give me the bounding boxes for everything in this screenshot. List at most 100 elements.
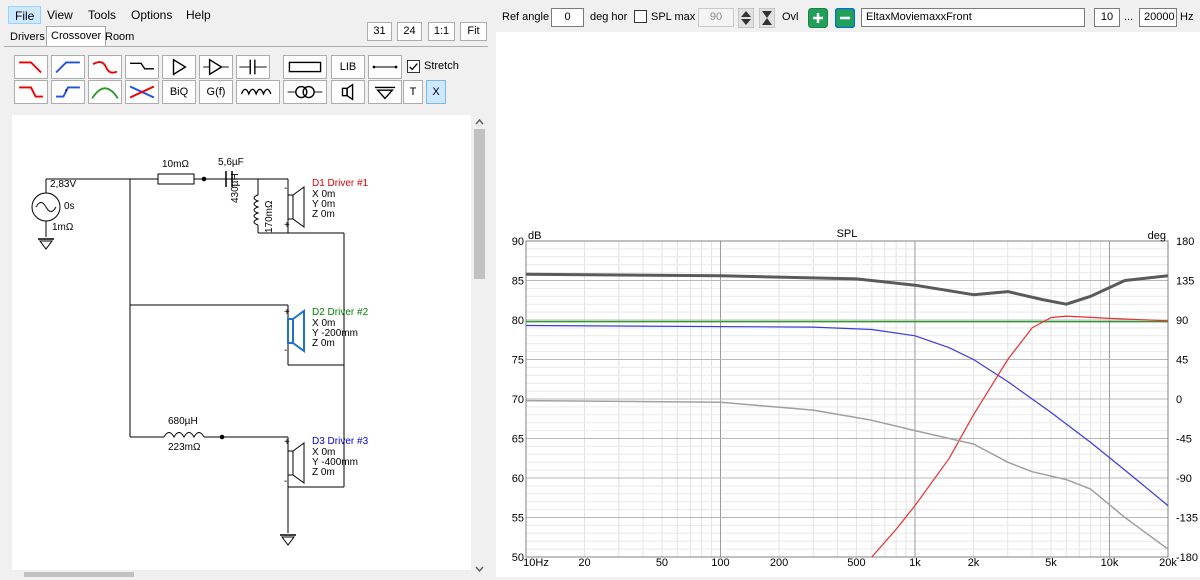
amplifier-tool-button[interactable] [162,55,196,79]
y-tick-label: 80 [512,315,524,327]
x-tick-label: 5k [1045,557,1057,569]
driver-1-name[interactable]: D1 Driver #1 [312,178,368,189]
lowpass-curve-tool-button[interactable] [88,55,122,79]
y2-tick-label: 135 [1176,276,1194,288]
text-tool-button[interactable]: T [403,80,423,104]
delete-tool-button[interactable]: X [426,80,446,104]
svg-text:+: + [284,307,290,318]
transformer-tool-button[interactable] [283,80,327,104]
svg-text:+: + [284,220,290,231]
transformer-icon [287,85,323,99]
source-resistance-label: 1mΩ [52,222,74,233]
inductor-1-value: 430µH [230,173,241,203]
schematic-horizontal-scrollbar[interactable] [12,570,471,577]
x-tick-label: 2k [968,557,980,569]
ground-icon [374,86,396,100]
x-tick-label: 500 [847,557,865,569]
x-tick-label: 50 [656,557,668,569]
deg-hor-label: deg hor [590,11,628,23]
stretch-checkbox[interactable] [407,60,420,73]
remove-overlay-button[interactable] [834,7,856,29]
add-overlay-button[interactable] [808,8,828,28]
checkmark-icon [409,63,418,71]
capacitor-tool-button[interactable] [236,55,270,79]
spl-max-checkbox[interactable] [634,10,647,23]
zoom-24-button[interactable]: 24 [397,22,422,41]
menu-options[interactable]: Options [125,6,178,24]
x-tick-label: 10Hz [523,557,549,569]
driver-3-name[interactable]: D3 Driver #3 [312,436,368,447]
highpass-icon [55,61,80,74]
zoom-31-button[interactable]: 31 [367,22,392,41]
buffer-icon [203,58,229,76]
lowpass-icon [19,61,42,74]
wire-tool-button[interactable] [368,55,402,79]
schematic-canvas[interactable]: - + + - + - 2,83V 0s 1mΩ 10mΩ 5,6µF 430µH 1… [12,115,472,577]
resistor-value: 10mΩ [162,159,189,170]
x-tick-label: 20 [578,557,590,569]
transfer-function-button[interactable]: G(f) [199,80,233,104]
schematic-vertical-scrollbar[interactable] [471,115,488,577]
speaker-icon [341,83,354,101]
x-tick-label: 200 [770,557,788,569]
menu-help[interactable]: Help [180,6,217,24]
highpass-2-tool-button[interactable] [51,80,85,104]
menu-file[interactable]: File [8,6,42,24]
buffer-tool-button[interactable] [199,55,233,79]
hourglass-icon [758,7,776,29]
resistor-tool-button[interactable] [283,55,327,79]
driver-2-name[interactable]: D2 Driver #2 [312,307,368,318]
y-tick-label: 85 [512,276,524,288]
biquad-button[interactable]: BiQ [162,80,196,104]
driver-1-z: Z 0m [312,209,335,220]
overlay-label: Ovl [782,11,799,23]
spl-max-spinner[interactable] [737,7,755,29]
spl-chart[interactable]: 10Hz 20 50 100 200 500 1k 2k 5k 10k 20k 50 55 60 65 70 7… [496,220,1200,577]
y-tick-label: 50 [512,552,524,564]
lowpass-2-tool-button[interactable] [14,80,48,104]
y2-tick-label: -45 [1176,434,1192,446]
overlay-name-input[interactable]: EltaxMoviemaxxFront [861,8,1085,27]
y2-tick-label: -90 [1176,473,1192,485]
highpass-tool-button[interactable] [51,55,85,79]
driver-3-coords: X 0m Y -400mm Z 0m [312,448,358,478]
driver-tool-button[interactable] [331,80,365,104]
resistor-icon [288,61,322,73]
spl-max-input[interactable]: 90 [698,8,734,27]
ref-angle-input[interactable]: 0 [551,8,584,27]
series-line-4 [871,315,1169,558]
y2-tick-label: 90 [1176,315,1188,327]
reset-max-button[interactable] [758,7,776,29]
wire-icon [372,65,398,69]
lib-button[interactable]: LIB [331,55,365,79]
crossover-icon [129,85,155,99]
tab-room[interactable]: Room [101,28,138,46]
zoom-1-1-button[interactable]: 1:1 [428,22,455,41]
lowpass-2-icon [19,86,43,98]
inductor-tool-button[interactable] [236,80,280,104]
minus-icon [834,7,856,29]
y2-tick-label: 0 [1176,394,1182,406]
freq-max-input[interactable]: 20000 [1139,8,1177,27]
horizontal-scroll-thumb[interactable] [24,572,134,577]
menu-view[interactable]: View [41,6,79,24]
driver-2-coords: X 0m Y -200mm Z 0m [312,319,358,349]
highpass-2-icon [56,86,80,98]
freq-min-input[interactable]: 10 [1094,8,1120,27]
scrollbar-arrows [474,118,485,573]
shelf-tool-button[interactable] [125,55,159,79]
lowpass-tool-button[interactable] [14,55,48,79]
crossover-tool-button[interactable] [125,80,159,104]
inductor-2-resistance: 223mΩ [168,442,201,453]
y-axis-label: dB [528,230,541,242]
svg-text:-: - [284,345,287,356]
amplifier-icon [172,58,187,76]
range-separator: ... [1124,11,1134,23]
zoom-fit-button[interactable]: Fit [460,22,487,41]
menu-tools[interactable]: Tools [82,6,122,24]
source-delay-label: 0s [64,201,75,212]
tab-crossover[interactable]: Crossover [46,26,107,47]
bandpass-tool-button[interactable] [88,80,122,104]
ground-tool-button[interactable] [368,80,402,104]
tab-drivers[interactable]: Drivers [6,28,49,46]
